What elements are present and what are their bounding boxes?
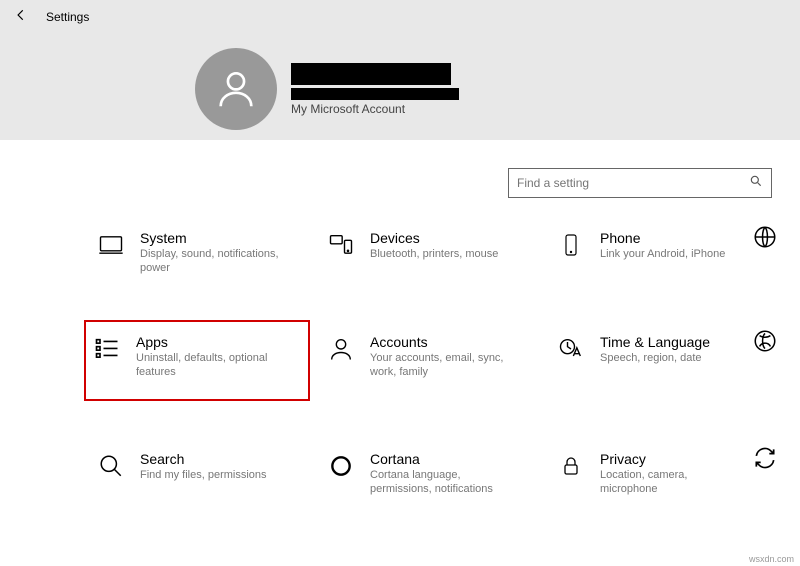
tile-desc: Link your Android, iPhone [600,247,725,261]
privacy-icon [556,451,586,481]
tile-desc: Find my files, permissions [140,468,267,482]
system-icon [96,230,126,260]
watermark: wsxdn.com [749,554,794,564]
profile-name-redacted [291,63,451,85]
tile-phone[interactable]: Phone Link your Android, iPhone [550,222,750,284]
time-language-icon [556,334,586,364]
tile-desc: Your accounts, email, sync, work, family [370,351,520,380]
tile-title: Cortana [370,451,520,467]
sync-icon[interactable] [750,443,780,473]
tile-title: Devices [370,230,498,246]
profile-email-redacted [291,88,459,100]
xbox-icon[interactable] [750,326,780,356]
settings-tiles: System Display, sound, notifications, po… [0,198,800,505]
tile-devices[interactable]: Devices Bluetooth, printers, mouse [320,222,550,284]
tile-desc: Location, camera, microphone [600,468,744,497]
phone-icon [556,230,586,260]
tile-title: Time & Language [600,334,710,350]
tile-search[interactable]: Search Find my files, permissions [90,443,320,505]
tile-time-language[interactable]: Time & Language Speech, region, date [550,326,750,402]
devices-icon [326,230,356,260]
tile-desc: Bluetooth, printers, mouse [370,247,498,261]
tile-title: Privacy [600,451,744,467]
tile-title: Apps [136,334,286,350]
tile-desc: Speech, region, date [600,351,710,365]
tile-accounts[interactable]: Accounts Your accounts, email, sync, wor… [320,326,550,402]
tile-desc: Display, sound, notifications, power [140,247,290,276]
tile-title: Phone [600,230,725,246]
tile-apps[interactable]: Apps Uninstall, defaults, optional featu… [84,320,310,402]
search-input[interactable] [517,176,749,190]
back-button[interactable] [14,8,28,25]
apps-icon [92,334,122,364]
microsoft-account-link[interactable]: My Microsoft Account [291,102,459,116]
tile-cortana[interactable]: Cortana Cortana language, permissions, n… [320,443,550,505]
search-box[interactable] [508,168,772,198]
page-title: Settings [46,10,89,24]
tile-title: Accounts [370,334,520,350]
avatar[interactable] [195,48,277,130]
tile-desc: Cortana language, permissions, notificat… [370,468,520,497]
globe-icon[interactable] [750,222,780,252]
tile-title: System [140,230,290,246]
tile-privacy[interactable]: Privacy Location, camera, microphone [550,443,750,505]
tile-desc: Uninstall, defaults, optional features [136,351,286,380]
accounts-icon [326,334,356,364]
profile-block: My Microsoft Account [195,48,459,130]
cortana-icon [326,451,356,481]
header: Settings My Microsoft Account [0,0,800,140]
search-cat-icon [96,451,126,481]
tile-title: Search [140,451,267,467]
search-icon [749,174,763,193]
tile-system[interactable]: System Display, sound, notifications, po… [90,222,320,284]
